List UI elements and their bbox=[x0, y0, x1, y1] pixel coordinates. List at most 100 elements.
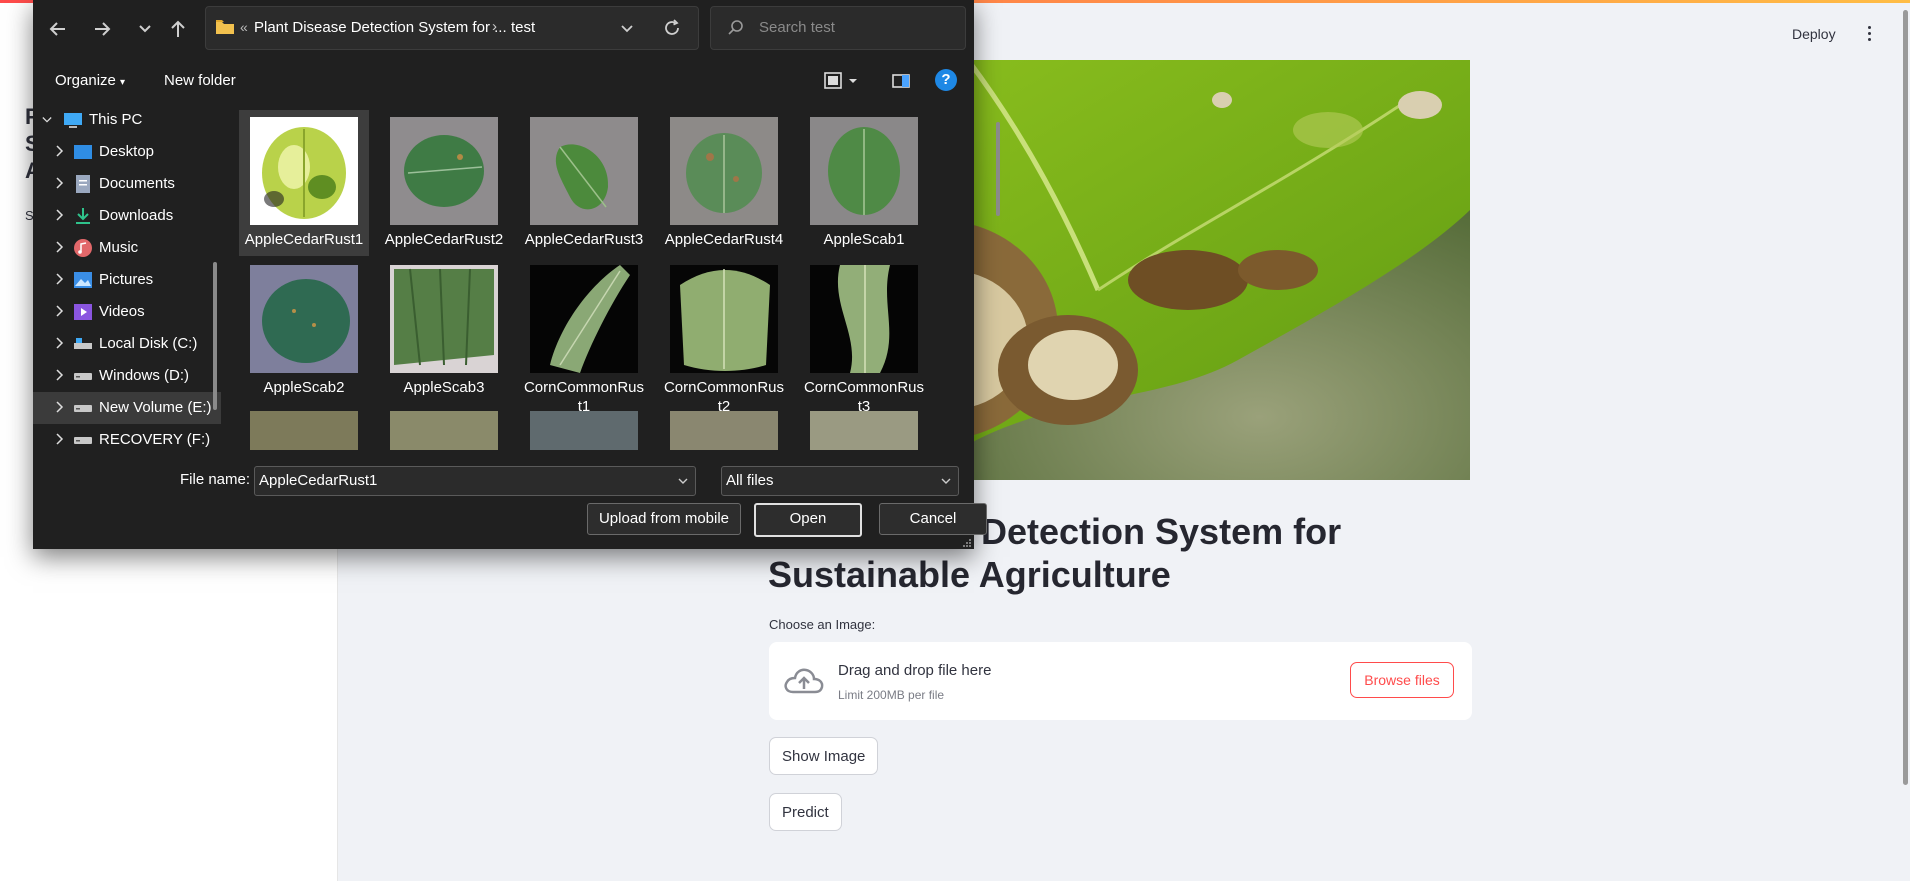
nav-item-local-disk-c[interactable]: Local Disk (C:) bbox=[33, 328, 221, 360]
predict-button[interactable]: Predict bbox=[769, 793, 842, 831]
file-thumbnail bbox=[670, 411, 778, 450]
file-tile[interactable] bbox=[799, 404, 929, 450]
nav-item-documents[interactable]: Documents bbox=[33, 168, 221, 200]
file-name-input[interactable]: AppleCedarRust1 bbox=[254, 466, 696, 496]
breadcrumb-overflow[interactable]: « bbox=[240, 19, 248, 35]
file-tile[interactable]: CornCommonRus t2 bbox=[659, 258, 789, 415]
file-thumbnail bbox=[390, 411, 498, 450]
file-type-value: All files bbox=[726, 472, 774, 489]
nav-item-label: Music bbox=[99, 239, 139, 256]
chevron-down-icon[interactable] bbox=[677, 475, 689, 487]
nav-item-windows-d[interactable]: Windows (D:) bbox=[33, 360, 221, 392]
browse-files-button[interactable]: Browse files bbox=[1350, 662, 1454, 698]
change-view-icon[interactable] bbox=[823, 71, 859, 91]
file-list-scrollbar[interactable] bbox=[996, 122, 1000, 216]
chevron-right-icon[interactable] bbox=[55, 177, 65, 189]
file-thumbnail bbox=[670, 265, 778, 373]
cloud-upload-icon bbox=[784, 668, 824, 694]
file-dropzone[interactable]: Drag and drop file here Limit 200MB per … bbox=[769, 642, 1472, 720]
address-bar[interactable]: « Plant Disease Detection System for ...… bbox=[205, 6, 699, 50]
nav-item-videos[interactable]: Videos bbox=[33, 296, 221, 328]
drive-icon bbox=[74, 437, 92, 444]
recent-locations-chevron-icon[interactable] bbox=[130, 14, 160, 44]
nav-item-downloads[interactable]: Downloads bbox=[33, 200, 221, 232]
dialog-footer: File name: AppleCedarRust1 All files Upl… bbox=[33, 452, 987, 549]
file-tile[interactable]: AppleScab2 bbox=[239, 258, 369, 404]
nav-item-music[interactable]: Music bbox=[33, 232, 221, 264]
chevron-down-icon[interactable] bbox=[42, 114, 52, 126]
chevron-right-icon[interactable] bbox=[55, 433, 65, 445]
chevron-right-icon[interactable] bbox=[55, 209, 65, 221]
file-tile[interactable] bbox=[239, 404, 369, 450]
up-arrow-icon[interactable] bbox=[163, 14, 193, 44]
file-tile[interactable]: AppleCedarRust2 bbox=[379, 110, 509, 256]
file-thumbnail bbox=[250, 117, 358, 225]
file-thumbnail bbox=[670, 117, 778, 225]
cancel-button[interactable]: Cancel bbox=[879, 503, 987, 535]
drive-icon bbox=[74, 405, 92, 412]
file-thumbnail bbox=[250, 411, 358, 450]
chevron-right-icon[interactable] bbox=[55, 273, 65, 285]
chevron-right-icon[interactable] bbox=[55, 145, 65, 157]
file-tile[interactable] bbox=[379, 404, 509, 450]
chevron-right-icon[interactable] bbox=[55, 305, 65, 317]
file-tile[interactable] bbox=[519, 404, 649, 450]
file-name-label: File name: bbox=[180, 471, 251, 488]
new-folder-button[interactable]: New folder bbox=[164, 72, 236, 89]
nav-item-label: Desktop bbox=[99, 143, 155, 160]
address-history-chevron-icon[interactable] bbox=[618, 19, 636, 37]
preview-pane-icon[interactable] bbox=[891, 71, 911, 91]
breadcrumb-separator-icon[interactable]: › bbox=[492, 18, 497, 35]
file-thumbnail bbox=[390, 117, 498, 225]
file-tile[interactable]: AppleScab1 bbox=[799, 110, 929, 256]
page-scrollbar[interactable] bbox=[1903, 10, 1908, 785]
documents-icon bbox=[76, 175, 90, 193]
chevron-right-icon[interactable] bbox=[55, 241, 65, 253]
organize-menu[interactable]: Organize ▾ bbox=[55, 72, 125, 89]
disk-icon bbox=[74, 338, 92, 349]
nav-item-new-volume-e[interactable]: New Volume (E:) bbox=[33, 392, 221, 424]
nav-item-this-pc[interactable]: This PC bbox=[33, 104, 221, 136]
refresh-icon[interactable] bbox=[662, 18, 682, 38]
nav-item-label: New Volume (E:) bbox=[99, 399, 212, 416]
drive-icon bbox=[74, 373, 92, 380]
search-box[interactable] bbox=[710, 6, 966, 50]
videos-icon bbox=[74, 304, 92, 320]
nav-item-pictures[interactable]: Pictures bbox=[33, 264, 221, 296]
nav-item-desktop[interactable]: Desktop bbox=[33, 136, 221, 168]
open-button[interactable]: Open bbox=[754, 503, 862, 537]
resize-grip-icon[interactable] bbox=[962, 538, 972, 548]
nav-item-label: RECOVERY (F:) bbox=[99, 431, 211, 448]
main-menu-icon[interactable] bbox=[1866, 26, 1874, 44]
show-image-button[interactable]: Show Image bbox=[769, 737, 879, 775]
help-icon[interactable]: ? bbox=[935, 69, 957, 91]
file-tile[interactable]: CornCommonRus t1 bbox=[519, 258, 649, 415]
file-name-value: AppleCedarRust1 bbox=[259, 472, 378, 489]
file-name: AppleScab1 bbox=[823, 231, 905, 248]
breadcrumb-current[interactable]: test bbox=[511, 19, 535, 36]
upload-from-mobile-button[interactable]: Upload from mobile bbox=[587, 503, 741, 535]
breadcrumb-parent[interactable]: Plant Disease Detection System for ... bbox=[254, 19, 507, 36]
file-tile[interactable]: AppleCedarRust1 bbox=[239, 110, 369, 256]
chevron-right-icon[interactable] bbox=[55, 401, 65, 413]
back-arrow-icon[interactable] bbox=[43, 14, 73, 44]
nav-item-label: Pictures bbox=[99, 271, 154, 288]
search-input[interactable] bbox=[757, 18, 951, 37]
file-tile[interactable] bbox=[659, 404, 789, 450]
file-tile[interactable]: AppleScab3 bbox=[379, 258, 509, 404]
deploy-button[interactable]: Deploy bbox=[1792, 26, 1836, 42]
folder-icon bbox=[216, 20, 234, 34]
nav-item-label: Local Disk (C:) bbox=[99, 335, 198, 352]
chevron-right-icon[interactable] bbox=[55, 337, 65, 349]
nav-item-recovery-f[interactable]: RECOVERY (F:) bbox=[33, 424, 221, 450]
file-name: AppleScab3 bbox=[403, 379, 485, 396]
navigation-scrollbar[interactable] bbox=[213, 262, 217, 410]
open-file-dialog: « Plant Disease Detection System for ...… bbox=[33, 0, 1000, 549]
file-tile[interactable]: AppleCedarRust3 bbox=[519, 110, 649, 256]
file-tile[interactable]: CornCommonRus t3 bbox=[799, 258, 929, 415]
file-tile[interactable]: AppleCedarRust4 bbox=[659, 110, 789, 256]
file-type-select[interactable]: All files bbox=[721, 466, 959, 496]
chevron-right-icon[interactable] bbox=[55, 369, 65, 381]
nav-item-label: Videos bbox=[99, 303, 145, 320]
forward-arrow-icon[interactable] bbox=[87, 14, 117, 44]
